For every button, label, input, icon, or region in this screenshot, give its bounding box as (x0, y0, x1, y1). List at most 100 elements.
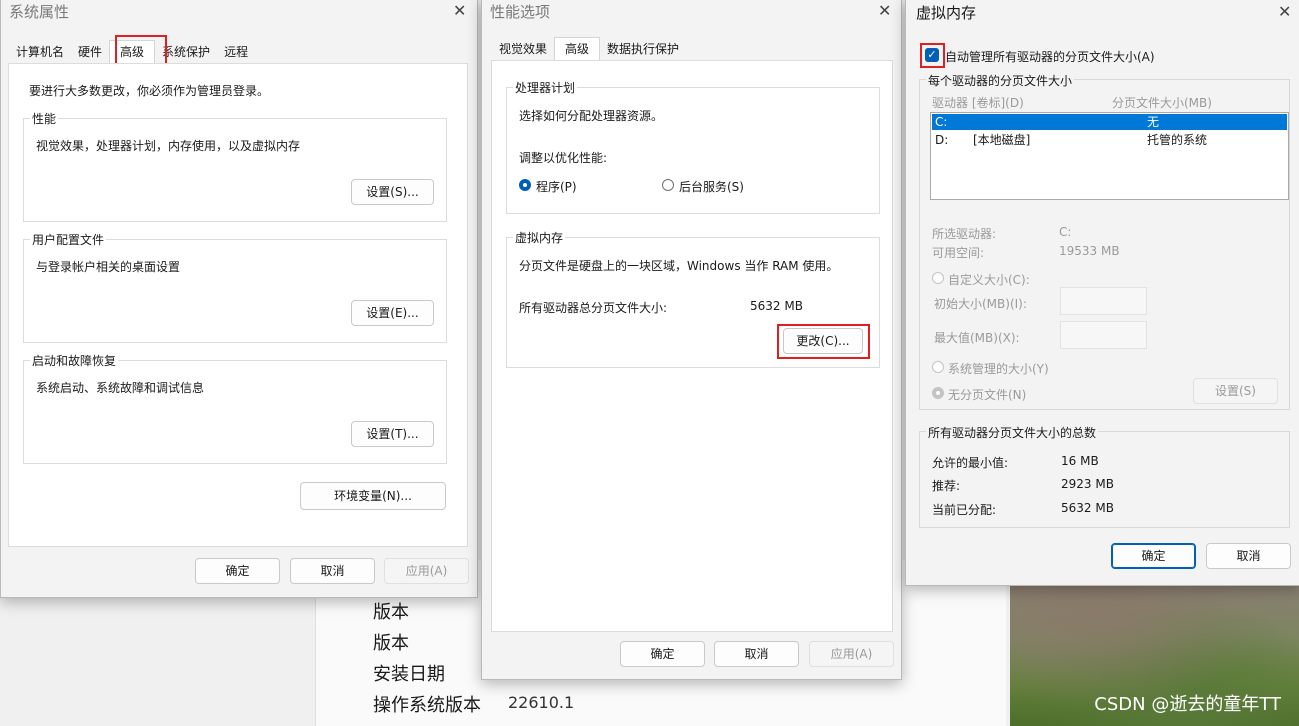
drive-list[interactable]: C: 无 D: [本地磁盘] 托管的系统 (930, 112, 1289, 200)
change-button[interactable]: 更改(C)... (783, 328, 863, 354)
tab-strip: 计算机名 硬件 高级 系统保护 远程 (9, 40, 255, 64)
programs-radio[interactable] (519, 179, 531, 191)
system-managed-radio[interactable] (932, 361, 944, 373)
free-space-label: 可用空间: (932, 246, 985, 260)
startup-recovery-settings-button[interactable]: 设置(T)... (351, 421, 434, 447)
dialog-title: 系统属性 (9, 3, 70, 21)
no-paging-label[interactable]: 无分页文件(N) (948, 386, 1026, 403)
ok-button[interactable]: 确定 (620, 641, 705, 667)
install-date-label: 安装日期 (373, 664, 445, 685)
selected-drive-label: 所选驱动器: (932, 227, 997, 241)
cancel-button[interactable]: 取消 (714, 641, 799, 667)
user-profiles-settings-button[interactable]: 设置(E)... (351, 300, 434, 326)
programs-label[interactable]: 程序(P) (536, 178, 577, 195)
min-allowed-value: 16 MB (1061, 454, 1099, 468)
desktop-wallpaper: CSDN @逝去的童年TT (1010, 580, 1299, 726)
max-size-label: 最大值(MB)(X): (934, 331, 1020, 345)
performance-desc: 视觉效果，处理器计划，内存使用，以及虚拟内存 (36, 139, 301, 153)
drive-letter: D: (935, 133, 949, 147)
recommended-value: 2923 MB (1061, 477, 1114, 491)
os-build-label: 操作系统版本 (373, 695, 481, 716)
tab-strip: 视觉效果 高级 数据执行保护 (492, 37, 686, 61)
system-properties-dialog: 系统属性 ✕ 计算机名 硬件 高级 系统保护 远程 要进行大多数更改，你必须作为… (0, 0, 478, 598)
virtual-memory-group: 虚拟内存 分页文件是硬盘上的一块区域，Windows 当作 RAM 使用。 所有… (506, 229, 880, 368)
cancel-button[interactable]: 取消 (290, 558, 375, 584)
close-icon[interactable]: ✕ (1278, 2, 1291, 21)
system-managed-label[interactable]: 系统管理的大小(Y) (948, 360, 1049, 377)
min-allowed-label: 允许的最小值: (932, 456, 1009, 470)
advanced-tab-panel: 处理器计划 选择如何分配处理器资源。 调整以优化性能: 程序(P) 后台服务(S… (491, 60, 893, 632)
group-title: 性能 (30, 110, 59, 127)
os-build-value: 22610.1 (508, 693, 575, 712)
max-size-input[interactable] (1060, 321, 1147, 349)
group-title: 启动和故障恢复 (30, 352, 119, 369)
col-size-header: 分页文件大小(MB) (1112, 96, 1212, 110)
close-icon[interactable]: ✕ (453, 1, 466, 20)
auto-manage-label[interactable]: 自动管理所有驱动器的分页文件大小(A) (945, 48, 1155, 65)
set-button[interactable]: 设置(S) (1193, 378, 1278, 404)
background-services-label[interactable]: 后台服务(S) (679, 178, 744, 195)
adjust-label: 调整以优化性能: (519, 151, 608, 165)
group-title: 处理器计划 (513, 79, 578, 96)
advanced-tab-panel: 要进行大多数更改，你必须作为管理员登录。 性能 视觉效果，处理器计划，内存使用，… (8, 63, 468, 547)
list-item[interactable]: C: 无 (932, 114, 1287, 130)
vm-desc: 分页文件是硬盘上的一块区域，Windows 当作 RAM 使用。 (519, 259, 839, 273)
allocated-value: 5632 MB (1061, 501, 1114, 515)
tab-computer-name[interactable]: 计算机名 (9, 40, 71, 64)
environment-variables-button[interactable]: 环境变量(N)... (300, 482, 446, 510)
initial-size-label: 初始大小(MB)(I): (934, 297, 1027, 311)
col-drive-header: 驱动器 [卷标](D) (932, 96, 1024, 110)
ok-button[interactable]: 确定 (1111, 543, 1196, 569)
dialog-title: 性能选项 (490, 3, 551, 21)
apply-button[interactable]: 应用(A) (809, 641, 894, 667)
version-label: 版本 (373, 602, 409, 623)
group-title: 所有驱动器分页文件大小的总数 (926, 424, 1099, 441)
close-icon[interactable]: ✕ (878, 1, 891, 20)
virtual-memory-dialog: 虚拟内存 ✕ ✓ 自动管理所有驱动器的分页文件大小(A) 每个驱动器的分页文件大… (905, 0, 1299, 586)
performance-settings-button[interactable]: 设置(S)... (351, 179, 434, 205)
custom-size-radio[interactable] (932, 272, 944, 284)
user-profiles-desc: 与登录帐户相关的桌面设置 (36, 260, 181, 274)
group-title: 虚拟内存 (513, 229, 566, 246)
allocated-label: 当前已分配: (932, 503, 997, 517)
selected-drive-value: C: (1059, 225, 1072, 239)
version-label-2: 版本 (373, 633, 409, 654)
tab-system-protection[interactable]: 系统保护 (155, 40, 217, 64)
drive-label: [本地磁盘] (973, 133, 1031, 147)
tab-hardware[interactable]: 硬件 (71, 40, 109, 64)
totals-group: 所有驱动器分页文件大小的总数 允许的最小值: 16 MB 推荐: 2923 MB… (919, 424, 1290, 528)
total-paging-value: 5632 MB (750, 299, 803, 313)
admin-note: 要进行大多数更改，你必须作为管理员登录。 (29, 84, 270, 98)
total-paging-label: 所有驱动器总分页文件大小: (519, 301, 668, 315)
watermark: CSDN @逝去的童年TT (1094, 694, 1281, 715)
apply-button[interactable]: 应用(A) (384, 558, 469, 584)
ok-button[interactable]: 确定 (195, 558, 280, 584)
user-profiles-group: 用户配置文件 与登录帐户相关的桌面设置 设置(E)... (23, 231, 447, 343)
free-space-value: 19533 MB (1059, 244, 1120, 258)
tab-visual-effects[interactable]: 视觉效果 (492, 37, 554, 61)
drive-size: 无 (1147, 115, 1160, 129)
per-drive-group: 每个驱动器的分页文件大小 驱动器 [卷标](D) 分页文件大小(MB) C: 无… (919, 72, 1290, 410)
no-paging-radio[interactable] (932, 387, 944, 399)
startup-recovery-group: 启动和故障恢复 系统启动、系统故障和调试信息 设置(T)... (23, 352, 447, 464)
tab-advanced[interactable]: 高级 (109, 40, 156, 64)
tab-remote[interactable]: 远程 (217, 40, 255, 64)
initial-size-input[interactable] (1060, 287, 1147, 315)
cancel-button[interactable]: 取消 (1206, 543, 1291, 569)
group-title: 每个驱动器的分页文件大小 (926, 72, 1075, 89)
drive-letter: C: (935, 115, 948, 129)
custom-size-label[interactable]: 自定义大小(C): (948, 271, 1030, 288)
drive-size: 托管的系统 (1147, 133, 1208, 147)
processor-desc: 选择如何分配处理器资源。 (519, 109, 664, 123)
tab-dep[interactable]: 数据执行保护 (600, 37, 686, 61)
performance-options-dialog: 性能选项 ✕ 视觉效果 高级 数据执行保护 处理器计划 选择如何分配处理器资源。… (481, 0, 902, 680)
processor-scheduling-group: 处理器计划 选择如何分配处理器资源。 调整以优化性能: 程序(P) 后台服务(S… (506, 79, 880, 214)
startup-recovery-desc: 系统启动、系统故障和调试信息 (36, 381, 205, 395)
list-item[interactable]: D: [本地磁盘] 托管的系统 (932, 132, 1287, 148)
recommended-label: 推荐: (932, 479, 961, 493)
group-title: 用户配置文件 (30, 231, 107, 248)
tab-advanced[interactable]: 高级 (554, 37, 601, 61)
background-services-radio[interactable] (662, 179, 674, 191)
auto-manage-checkbox[interactable]: ✓ (925, 48, 939, 62)
performance-group: 性能 视觉效果，处理器计划，内存使用，以及虚拟内存 设置(S)... (23, 110, 447, 222)
